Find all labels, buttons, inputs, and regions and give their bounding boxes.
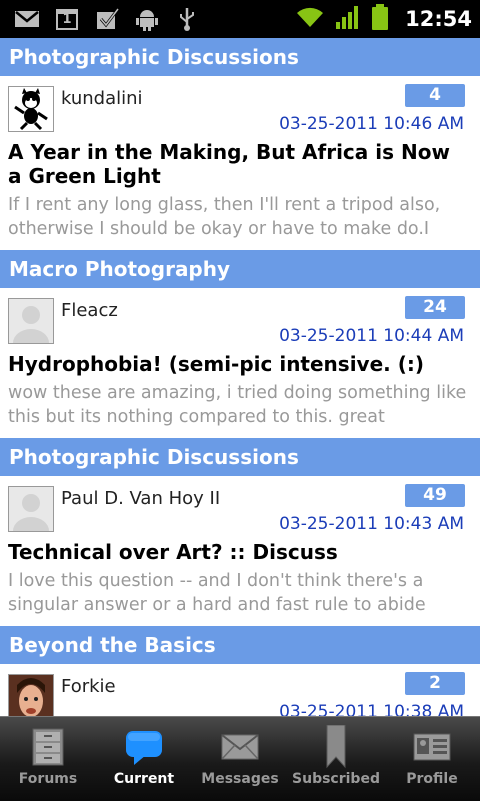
signal-icon xyxy=(335,4,361,34)
post-timestamp: 03-25-2011 10:38 AM xyxy=(279,702,464,716)
reply-count-badge: 2 xyxy=(405,672,465,695)
tab-label: Forums xyxy=(18,771,78,787)
tab-label: Messages xyxy=(201,771,279,787)
wifi-icon xyxy=(295,5,325,33)
topic-title: Hydrophobia! (semi-pic intensive. (:) xyxy=(8,352,424,376)
post-timestamp: 03-25-2011 10:43 AM xyxy=(279,514,464,534)
post-timestamp: 03-25-2011 10:46 AM xyxy=(279,114,464,134)
post-snippet: I love this question -- and I don't thin… xyxy=(8,571,426,615)
topic-row[interactable]: Forkie 2 03-25-2011 10:38 AM xyxy=(0,664,480,716)
felix-cat-avatar xyxy=(8,86,54,132)
android-debug-icon xyxy=(134,7,160,31)
topic-title: Technical over Art? :: Discuss xyxy=(8,540,338,564)
reply-count-badge: 24 xyxy=(405,296,465,319)
default-avatar xyxy=(8,486,54,532)
tab-label: Subscribed xyxy=(292,771,380,787)
topic-row[interactable]: kundalini 4 03-25-2011 10:46 AM A Year i… xyxy=(0,76,480,248)
forum-section-header[interactable]: Photographic Discussions xyxy=(0,38,480,76)
tab-label: Current xyxy=(113,771,175,787)
post-snippet: If I rent any long glass, then I'll rent… xyxy=(8,195,441,239)
usb-icon xyxy=(174,7,200,31)
tab-subscribed[interactable]: Subscribed xyxy=(288,717,384,801)
clock: 12:54 xyxy=(405,7,472,31)
reply-count-badge: 4 xyxy=(405,84,465,107)
forum-section-header[interactable]: Macro Photography xyxy=(0,248,480,288)
status-bar: 1 12:54 xyxy=(0,0,480,38)
username: Forkie xyxy=(61,676,116,697)
battery-icon xyxy=(371,3,389,35)
topic-title: A Year in the Making, But Africa is Now … xyxy=(8,140,450,188)
speech-bubble-icon xyxy=(124,727,164,767)
topic-row[interactable]: Paul D. Van Hoy II 49 03-25-2011 10:43 A… xyxy=(0,476,480,624)
photo-avatar xyxy=(8,674,54,716)
envelope-icon xyxy=(220,727,260,767)
id-card-icon xyxy=(412,727,452,767)
post-snippet: wow these are amazing, i tried doing som… xyxy=(8,383,467,427)
current-topics-list[interactable]: Photographic Discussions kundalini 4 03-… xyxy=(0,38,480,716)
forum-section-header[interactable]: Photographic Discussions xyxy=(0,436,480,476)
task-check-icon xyxy=(94,7,120,31)
username: kundalini xyxy=(61,88,143,109)
tab-profile[interactable]: Profile xyxy=(384,717,480,801)
forums-cabinet-icon xyxy=(28,727,68,767)
calendar-day: 1 xyxy=(62,12,72,27)
calendar-icon: 1 xyxy=(54,7,80,31)
tab-label: Profile xyxy=(406,771,458,787)
forum-section-header[interactable]: Beyond the Basics xyxy=(0,624,480,664)
bottom-tab-bar: Forums Current Messages Subscribed Profi… xyxy=(0,716,480,801)
topic-row[interactable]: Fleacz 24 03-25-2011 10:44 AM Hydrophobi… xyxy=(0,288,480,436)
username: Fleacz xyxy=(61,300,118,321)
username: Paul D. Van Hoy II xyxy=(61,488,221,509)
post-timestamp: 03-25-2011 10:44 AM xyxy=(279,326,464,346)
default-avatar xyxy=(8,298,54,344)
tab-messages[interactable]: Messages xyxy=(192,717,288,801)
bookmark-icon xyxy=(316,725,356,769)
gmail-icon xyxy=(14,7,40,31)
tab-forums[interactable]: Forums xyxy=(0,717,96,801)
tab-current[interactable]: Current xyxy=(96,717,192,801)
reply-count-badge: 49 xyxy=(405,484,465,507)
